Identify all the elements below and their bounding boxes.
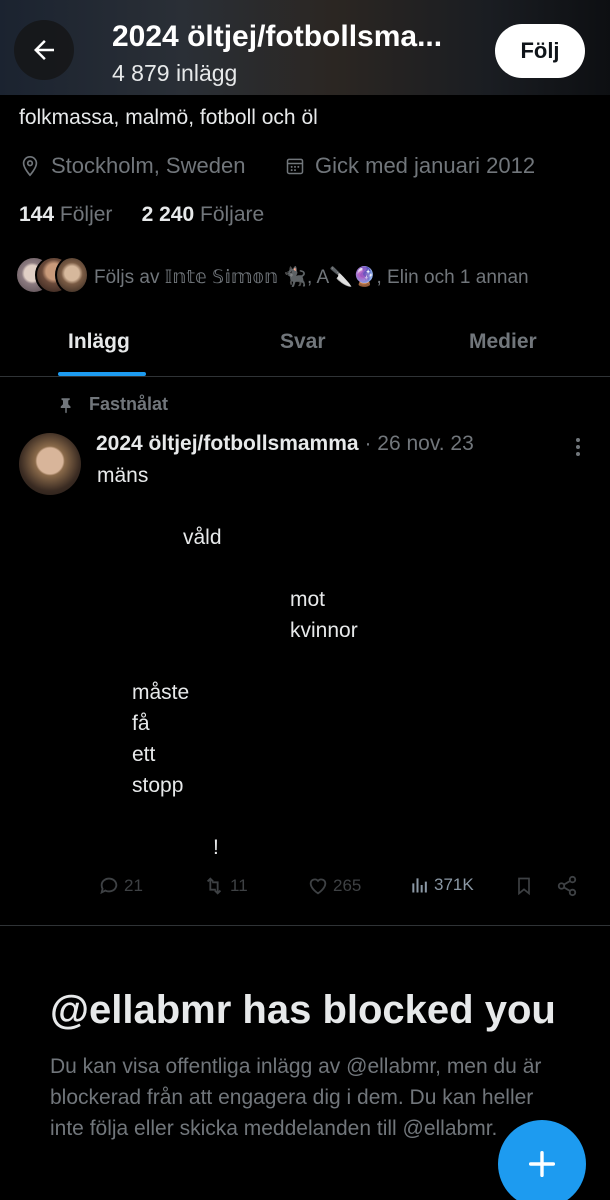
views-icon xyxy=(412,878,427,893)
views-count[interactable]: 371K xyxy=(410,875,474,895)
followers-link[interactable]: 2 240 Följare xyxy=(142,203,265,226)
share-button[interactable] xyxy=(556,875,578,897)
post-count: 4 879 inlägg xyxy=(112,60,238,86)
profile-tabs: Inlägg Svar Medier xyxy=(0,320,610,377)
pin-icon xyxy=(60,397,71,413)
active-tab-indicator xyxy=(58,372,146,376)
post-text-line: mäns xyxy=(97,464,149,487)
location: Stockholm, Sweden xyxy=(19,153,245,179)
back-arrow-icon xyxy=(34,40,54,60)
bookmark-button[interactable] xyxy=(514,875,534,897)
tab-posts[interactable]: Inlägg xyxy=(68,330,130,354)
profile-header: 2024 öltjej/fotbollsma... 4 879 inlägg F… xyxy=(0,0,610,95)
followed-by-text[interactable]: Följs av 𝕀𝕟𝕥𝕖 𝕊𝕚𝕞𝕠𝕟 🐈‍⬛, A🔪🔮, Elin och 1… xyxy=(94,265,529,289)
post-date[interactable]: · 26 nov. 23 xyxy=(364,432,473,455)
more-vertical-icon[interactable] xyxy=(570,436,586,458)
profile-bio: folkmassa, malmö, fotboll och öl xyxy=(19,106,318,129)
location-pin-icon xyxy=(22,156,38,177)
post-text-line: ett xyxy=(132,743,156,766)
post-text-line: kvinnor xyxy=(290,619,358,642)
compose-button[interactable] xyxy=(498,1120,586,1200)
post-author-name[interactable]: 2024 öltjej/fotbollsmamma xyxy=(96,432,359,455)
repost-button[interactable]: 11 xyxy=(202,875,248,897)
post-text-line: få xyxy=(132,712,150,735)
like-button[interactable]: 265 xyxy=(307,875,361,897)
reply-button[interactable]: 21 xyxy=(98,875,143,897)
tab-replies[interactable]: Svar xyxy=(280,330,326,354)
join-date-text: Gick med januari 2012 xyxy=(315,153,536,178)
post-text-line: stopp xyxy=(132,774,184,797)
follow-stats: 144 Följer 2 240 Följare xyxy=(19,203,264,227)
reply-icon xyxy=(100,877,118,895)
post-text-line: måste xyxy=(132,681,190,704)
divider xyxy=(0,925,610,926)
bookmark-icon xyxy=(518,877,530,896)
post-header: 2024 öltjej/fotbollsmamma · 26 nov. 23 xyxy=(96,432,474,456)
following-link[interactable]: 144 Följer xyxy=(19,203,112,226)
location-text: Stockholm, Sweden xyxy=(51,153,246,178)
followers-you-know-avatars[interactable] xyxy=(15,256,89,294)
follow-button[interactable]: Följ xyxy=(495,24,585,78)
header-title: 2024 öltjej/fotbollsma... xyxy=(112,20,443,53)
repost-icon xyxy=(206,877,222,895)
blocked-title: @ellabmr has blocked you xyxy=(50,988,556,1032)
share-icon xyxy=(557,875,577,897)
post-text-line: våld xyxy=(183,526,222,549)
avatar xyxy=(55,256,89,294)
calendar-icon xyxy=(286,158,304,175)
plus-icon xyxy=(528,1150,556,1178)
pinned-label: Fastnålat xyxy=(57,394,168,415)
blocked-description: Du kan visa offentliga inlägg av @ellabm… xyxy=(50,1055,542,1140)
post-text-line: mot xyxy=(290,588,326,611)
like-icon xyxy=(309,878,327,895)
post-text-line: ! xyxy=(213,836,219,859)
post-author-avatar[interactable] xyxy=(19,433,81,495)
join-date: Gick med januari 2012 xyxy=(285,153,535,179)
post-actions: 21 11 265 371K xyxy=(0,875,610,907)
back-button[interactable] xyxy=(14,20,74,80)
tab-media[interactable]: Medier xyxy=(469,330,537,354)
